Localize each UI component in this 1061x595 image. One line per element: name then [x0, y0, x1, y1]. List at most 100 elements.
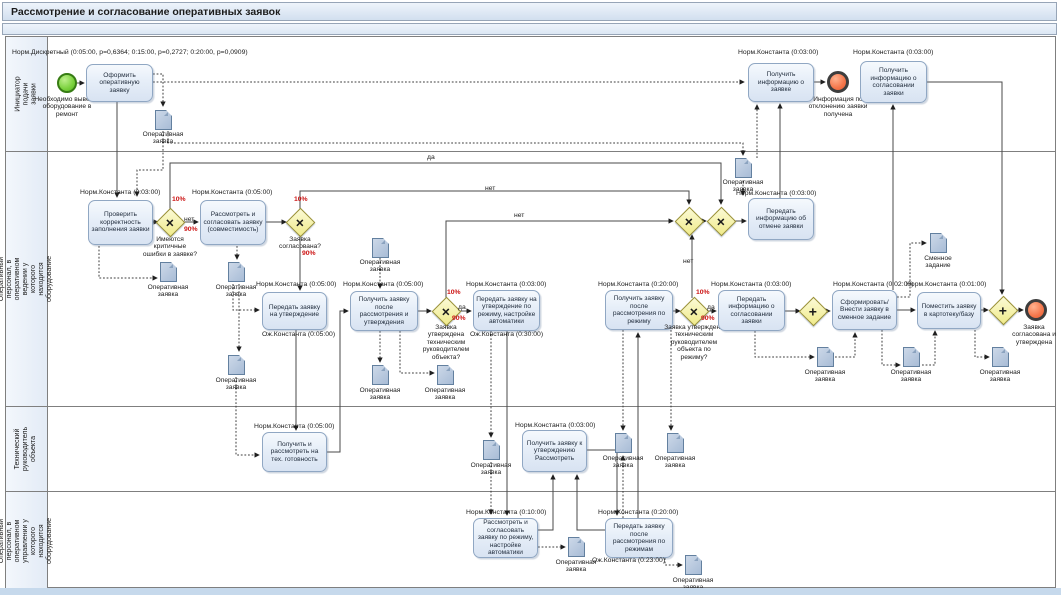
task-pomestit-kartoteka[interactable]: Поместить заявку в картотеку/базу [917, 292, 981, 329]
annotation-wait-peredat-utv: Ож.Константа (0:05:00) [262, 331, 335, 338]
document-label: Оперативная заявка [975, 369, 1025, 384]
document-label: Оперативная заявка [355, 259, 405, 274]
probability-label: 10% [294, 196, 308, 203]
document-label: Оперативная заявка [211, 377, 261, 392]
task-rassmotret-po-rezhimu[interactable]: Рассмотреть и согласовать заявку по режи… [473, 518, 538, 558]
probability-label: 90% [701, 315, 715, 322]
flow-label-no: нет [514, 212, 524, 219]
data-association [665, 558, 682, 565]
probability-label: 10% [447, 289, 461, 296]
data-association [755, 331, 814, 357]
data-association [168, 131, 743, 155]
annotation-peredat-soglas: Норм.Константа (0:03:00) [711, 281, 791, 288]
probability-label: 90% [452, 315, 466, 322]
task-peredat-info-soglas[interactable]: Передать информацию о согласовании заявк… [718, 290, 785, 331]
task-poluchit-info-soglas[interactable]: Получить информацию о согласовании заявк… [860, 61, 927, 103]
task-peredat-na-utverzhdenie[interactable]: Передать заявку на утверждение [262, 292, 327, 330]
gateway-errors-question: Имеются критичные ошибки в заявке? [142, 236, 198, 258]
flow-label-no: нет [683, 258, 693, 265]
document-icon[interactable] [160, 262, 177, 282]
annotation-rassmotret-po-rezhimu: Норм.Константа (0:10:00) [466, 509, 546, 516]
document-icon[interactable] [228, 262, 245, 282]
flow-label-yes: да [707, 304, 715, 311]
document-icon[interactable] [568, 537, 585, 557]
document-icon[interactable] [615, 433, 632, 453]
document-icon[interactable] [685, 555, 702, 575]
annotation-peredat-utv: Норм.Константа (0:05:00) [256, 281, 336, 288]
annotation-proverit: Норм.Константа (0:03:00) [80, 189, 160, 196]
xor-icon: × [296, 216, 304, 230]
annotation-poluchit-info-zayavka: Норм.Константа (0:03:00) [738, 49, 818, 56]
probability-label: 90% [184, 226, 198, 233]
gateway-soglas-question: Заявка согласована? [272, 236, 328, 251]
document-icon[interactable] [372, 238, 389, 258]
task-poluchit-k-utverzhdeniyu[interactable]: Получить заявку к утверждению Рассмотрет… [522, 430, 587, 472]
xor-icon: × [717, 215, 725, 229]
annotation-poluchit-po-rezhimu: Норм.Константа (0:20:00) [598, 281, 678, 288]
annotation-discrete-norm: Норм.Дискретный (0:05:00, p=0,6364; 0:15… [12, 49, 248, 56]
document-label: Оперативная заявка [650, 455, 700, 470]
task-poluchit-info-zayavka[interactable]: Получить информацию о заявке [748, 63, 814, 102]
end-event-approved-label: Заявка согласована и утверждена [1006, 324, 1061, 346]
document-icon[interactable] [483, 440, 500, 460]
document-icon[interactable] [992, 347, 1009, 367]
document-label: Оперативная заявка [355, 387, 405, 402]
gateway-utv-question: Заявка утверждена техническим руководите… [417, 324, 475, 361]
start-event[interactable] [57, 73, 77, 93]
task-oformit-zayavku[interactable]: Оформить оперативную заявку [86, 64, 153, 102]
end-event-rejected[interactable] [827, 71, 849, 93]
bottom-scroll-strip[interactable] [0, 588, 1061, 595]
bpmn-diagram: Рассмотрение и согласование оперативных … [0, 0, 1061, 595]
document-icon[interactable] [930, 233, 947, 253]
document-icon[interactable] [372, 365, 389, 385]
plus-icon: + [809, 305, 817, 319]
data-association [897, 243, 926, 297]
task-sformirovat-smennoe[interactable]: Сформировать/ Внести заявку в сменное за… [832, 290, 897, 330]
annotation-peredat-posle-rassm: Норм.Константа (0:20:00) [598, 509, 678, 516]
probability-label: 90% [302, 250, 316, 257]
annotation-poluchit-posle-utv: Норм.Константа (0:05:00) [343, 281, 423, 288]
document-label: Оперативная заявка [551, 559, 601, 574]
annotation-poluchit-utv-rassm: Норм.Константа (0:03:00) [515, 422, 595, 429]
task-poluchit-posle-utverzhdeniya[interactable]: Получить заявку после рассмотрения и утв… [350, 291, 418, 331]
data-association [153, 74, 163, 106]
document-label: Оперативная заявка [466, 462, 516, 477]
data-association [882, 330, 900, 365]
annotation-pomestit: Норм.Константа (0:01:00) [906, 281, 986, 288]
flow-label-yes: да [458, 304, 466, 311]
task-rassmotret-sovmestimost[interactable]: Рассмотреть и согласовать заявку (совмес… [200, 200, 266, 245]
document-label: Оперативная заявка [420, 387, 470, 402]
document-icon[interactable] [228, 355, 245, 375]
end-event-approved[interactable] [1025, 299, 1047, 321]
document-icon[interactable] [817, 347, 834, 367]
annotation-poluchit-tex: Норм.Константа (0:05:00) [254, 423, 334, 430]
annotation-wait-peredat-rezhim: Ож.Константа (0:30:00) [470, 331, 543, 338]
flow-label-no: нет [184, 216, 194, 223]
xor-icon: × [442, 305, 450, 319]
flow-label-yes: да [427, 154, 435, 161]
document-icon[interactable] [667, 433, 684, 453]
document-icon[interactable] [155, 110, 172, 130]
annotation-sformirovat: Норм.Константа (0:02:00) [833, 281, 913, 288]
sequence-flow [538, 475, 553, 530]
task-peredat-na-utverzhdenie-rezhim[interactable]: Передать заявку на утверждение по режиму… [473, 290, 540, 331]
sequence-flow [577, 475, 605, 530]
data-association [835, 333, 855, 357]
document-label: Оперативная заявка [211, 284, 261, 299]
document-label: Оперативная заявка [886, 369, 936, 384]
task-peredat-posle-rassm[interactable]: Передать заявку после рассмотрения по ре… [605, 518, 673, 558]
annotation-peredat-rezhim: Норм.Константа (0:03:00) [466, 281, 546, 288]
gateway-utv-rezhim-question: Заявка утверждена техническим руководите… [663, 324, 725, 361]
annotation-wait-posle-rassm: Ож.Константа (0:23:00) [592, 557, 665, 564]
sequence-flow [300, 191, 689, 209]
xor-icon: × [685, 215, 693, 229]
document-icon[interactable] [735, 158, 752, 178]
document-label: Сменное задание [913, 255, 963, 270]
data-association [922, 331, 935, 365]
document-icon[interactable] [903, 347, 920, 367]
task-peredat-info-otmena[interactable]: Передать информацию об отмене заявки [748, 198, 814, 240]
document-label: Оперативная заявка [138, 131, 188, 146]
annotation-rassmotret-sovm: Норм.Константа (0:05:00) [192, 189, 272, 196]
task-poluchit-tex-gotovnost[interactable]: Получить и рассмотреть на тех. готовност… [262, 432, 327, 472]
document-icon[interactable] [437, 365, 454, 385]
